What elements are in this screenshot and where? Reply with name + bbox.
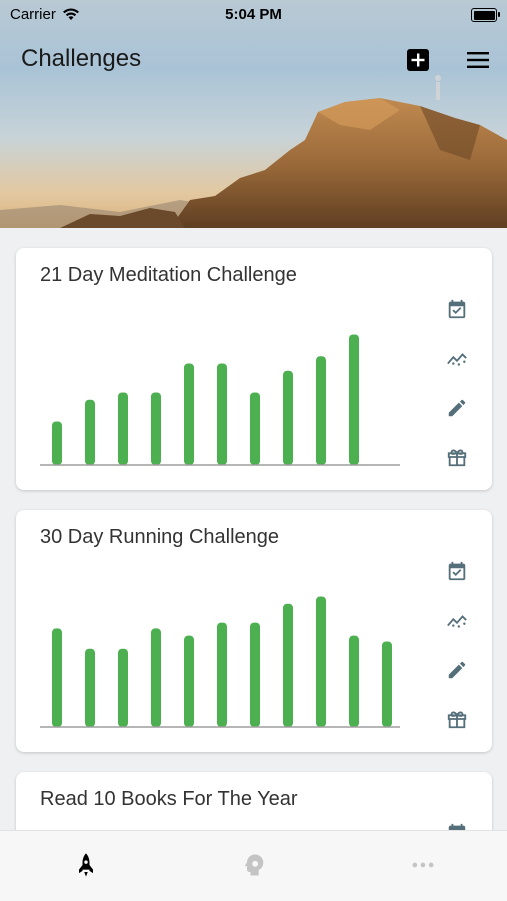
battery-icon — [471, 8, 500, 22]
edit-icon[interactable] — [446, 659, 468, 681]
chart-bar — [283, 370, 293, 465]
challenge-card[interactable]: 21 Day Meditation Challenge — [16, 248, 492, 490]
tab-mind[interactable] — [240, 851, 268, 879]
tab-more[interactable] — [409, 851, 437, 879]
chart-bar — [283, 603, 293, 727]
tab-challenges[interactable] — [72, 851, 100, 879]
chart-bar — [217, 622, 227, 727]
chart-bar — [118, 648, 128, 727]
challenge-title: 30 Day Running Challenge — [40, 526, 280, 548]
chart-bar — [217, 363, 227, 465]
gift-icon[interactable] — [446, 446, 468, 468]
chart-bar — [118, 392, 128, 465]
challenge-card[interactable]: 30 Day Running Challenge — [16, 510, 492, 752]
clock: 5:04 PM — [225, 6, 282, 23]
challenge-title: 21 Day Meditation Challenge — [40, 264, 297, 286]
chart-bar — [382, 641, 392, 727]
chart-bar — [250, 622, 260, 727]
hamburger-menu-icon[interactable] — [466, 48, 490, 72]
mountain-landscape-image — [0, 75, 507, 228]
chart-bar — [316, 356, 326, 465]
chart-bar — [85, 648, 95, 727]
progress-chart — [40, 596, 400, 728]
header-hero: Carrier 5:04 PM Challenges — [0, 0, 507, 228]
chart-bar — [184, 363, 194, 465]
brain-gear-icon — [244, 854, 264, 876]
chart-bar — [316, 596, 326, 727]
gift-icon[interactable] — [446, 708, 468, 730]
progress-graph-icon[interactable] — [446, 610, 468, 632]
chart-bar — [184, 635, 194, 727]
more-dots-icon — [412, 862, 434, 868]
chart-bar — [151, 628, 161, 727]
chart-bar — [250, 392, 260, 465]
chart-bar — [349, 635, 359, 727]
status-bar: Carrier 5:04 PM — [0, 0, 507, 28]
progress-graph-icon[interactable] — [446, 348, 468, 370]
edit-icon[interactable] — [446, 397, 468, 419]
tab-bar — [0, 830, 507, 901]
progress-chart — [40, 334, 400, 466]
chart-bar — [52, 628, 62, 727]
chart-bar — [85, 399, 95, 465]
chart-bar — [349, 334, 359, 465]
rocket-icon — [79, 853, 93, 877]
calendar-check-icon[interactable] — [446, 560, 468, 582]
chart-bar — [52, 421, 62, 465]
calendar-check-icon[interactable] — [446, 298, 468, 320]
challenge-title: Read 10 Books For The Year — [40, 788, 298, 810]
chart-bar — [151, 392, 161, 465]
add-box-icon[interactable] — [406, 48, 430, 72]
page-title: Challenges — [21, 45, 142, 72]
